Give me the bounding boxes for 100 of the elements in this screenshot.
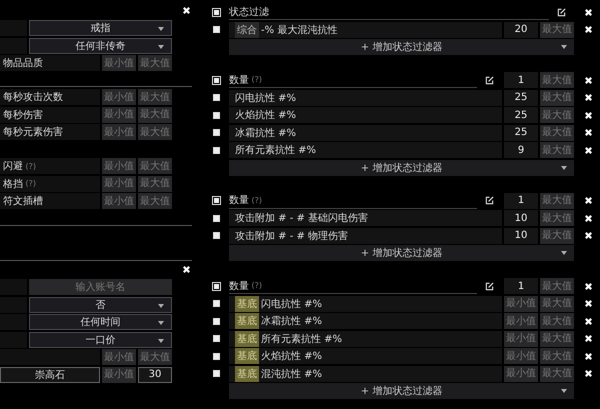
checkbox[interactable] [212, 146, 220, 154]
max-field[interactable]: 最大值 [138, 55, 172, 71]
checkbox[interactable] [212, 129, 220, 136]
checkbox[interactable] [212, 352, 220, 360]
min-field[interactable]: 最小值 [504, 296, 538, 312]
max-field[interactable]: 最大值 [138, 158, 172, 174]
close-button[interactable] [180, 4, 192, 16]
edit-icon[interactable] [557, 8, 566, 16]
close-button[interactable] [582, 194, 594, 206]
remove-button[interactable] [582, 92, 594, 104]
max-field[interactable]: 最大值 [540, 124, 574, 140]
min-field[interactable]: 20 [504, 22, 538, 38]
min-field[interactable]: 10 [504, 228, 538, 244]
max-field[interactable]: 最大值 [540, 278, 574, 294]
close-button[interactable] [582, 74, 594, 86]
checkbox[interactable] [212, 26, 220, 33]
max-field[interactable]: 最大值 [138, 124, 172, 140]
account-name-field[interactable]: 输入账号名 [29, 279, 172, 295]
edit-icon[interactable] [485, 196, 494, 205]
edit-icon[interactable] [485, 282, 494, 290]
min-field[interactable]: 最小值 [504, 366, 538, 382]
checkbox[interactable] [212, 232, 220, 239]
min-field[interactable]: 最小值 [102, 89, 136, 105]
checkbox[interactable] [212, 8, 220, 16]
remove-button[interactable] [582, 315, 594, 327]
remove-button[interactable] [582, 24, 594, 36]
max-field[interactable]: 最大值 [540, 348, 574, 364]
max-field[interactable]: 最大值 [540, 296, 574, 312]
checkbox[interactable] [212, 94, 220, 101]
max-field[interactable]: 最大值 [138, 106, 172, 122]
dropdown[interactable]: 任何非传奇 [29, 38, 172, 54]
remove-button[interactable] [582, 126, 594, 138]
checkbox[interactable] [212, 370, 220, 377]
max-field[interactable]: 最大值 [540, 313, 574, 329]
remove-button[interactable] [582, 109, 594, 121]
close-button[interactable] [180, 263, 192, 275]
min-field[interactable]: 1 [504, 278, 538, 294]
remove-button[interactable] [582, 230, 594, 242]
max-field[interactable]: 最大值 [138, 193, 172, 209]
min-field[interactable]: 25 [504, 90, 538, 106]
checkbox[interactable] [212, 300, 220, 307]
min-field[interactable]: 最小值 [102, 176, 136, 192]
stat-text: 冰霜抗性 #% [235, 126, 296, 140]
remove-button[interactable] [582, 368, 594, 380]
remove-button[interactable] [582, 332, 594, 344]
checkbox[interactable] [212, 112, 220, 118]
max-field[interactable]: 最大值 [540, 107, 574, 123]
max-field[interactable]: 最大值 [540, 192, 574, 208]
checkbox[interactable] [212, 282, 220, 290]
min-field[interactable]: 最小值 [102, 106, 136, 122]
min-field[interactable]: 最小值 [504, 348, 538, 364]
add-stat-filter-dropdown[interactable]: + 增加状态过滤器 [229, 383, 574, 399]
min-field[interactable]: 最小值 [102, 158, 136, 174]
stat-tag: 基底 [235, 366, 259, 382]
max-field[interactable]: 最大值 [138, 176, 172, 192]
max-field[interactable]: 30 [138, 366, 172, 382]
min-field[interactable]: 最小值 [102, 349, 136, 365]
currency-field[interactable]: 崇高石 [0, 366, 100, 382]
max-field[interactable]: 最大值 [540, 366, 574, 382]
checkbox[interactable] [212, 76, 220, 84]
max-field[interactable]: 最大值 [540, 210, 574, 226]
checkbox[interactable] [212, 335, 220, 342]
remove-button[interactable] [582, 212, 594, 224]
min-field[interactable]: 1 [504, 72, 538, 88]
min-field[interactable]: 25 [504, 107, 538, 123]
filter-label: 格挡 (?) [0, 176, 100, 192]
min-field[interactable]: 最小值 [504, 330, 538, 346]
close-button[interactable] [582, 280, 594, 292]
close-button[interactable] [582, 6, 594, 18]
min-field[interactable]: 最小值 [102, 366, 136, 382]
min-field[interactable]: 最小值 [102, 193, 136, 209]
min-field[interactable]: 25 [504, 124, 538, 140]
checkbox[interactable] [212, 214, 220, 222]
max-field[interactable]: 最大值 [540, 228, 574, 244]
remove-button[interactable] [582, 298, 594, 310]
remove-button[interactable] [582, 144, 594, 156]
max-field[interactable]: 最大值 [138, 89, 172, 105]
dropdown[interactable]: 一口价 [29, 332, 172, 348]
max-field[interactable]: 最大值 [540, 90, 574, 106]
add-stat-filter-dropdown[interactable]: + 增加状态过滤器 [229, 160, 574, 176]
edit-icon[interactable] [485, 76, 494, 84]
min-field[interactable]: 10 [504, 210, 538, 226]
remove-button[interactable] [582, 350, 594, 362]
max-field[interactable]: 最大值 [540, 72, 574, 88]
min-field[interactable]: 最小值 [102, 55, 136, 71]
checkbox[interactable] [212, 318, 220, 324]
dropdown[interactable]: 任何时间 [29, 314, 172, 330]
max-field[interactable]: 最大值 [540, 22, 574, 38]
min-field[interactable]: 最小值 [504, 313, 538, 329]
min-field[interactable]: 9 [504, 142, 538, 158]
min-field[interactable]: 最小值 [102, 124, 136, 140]
min-field[interactable]: 1 [504, 192, 538, 208]
max-field[interactable]: 最大值 [138, 349, 172, 365]
dropdown[interactable]: 否 [29, 296, 172, 312]
add-stat-filter-dropdown[interactable]: + 增加状态过滤器 [229, 245, 574, 261]
dropdown[interactable]: 戒指 [29, 20, 172, 36]
checkbox[interactable] [212, 196, 220, 205]
max-field[interactable]: 最大值 [540, 330, 574, 346]
max-field[interactable]: 最大值 [540, 142, 574, 158]
add-stat-filter-dropdown[interactable]: + 增加状态过滤器 [229, 39, 574, 55]
